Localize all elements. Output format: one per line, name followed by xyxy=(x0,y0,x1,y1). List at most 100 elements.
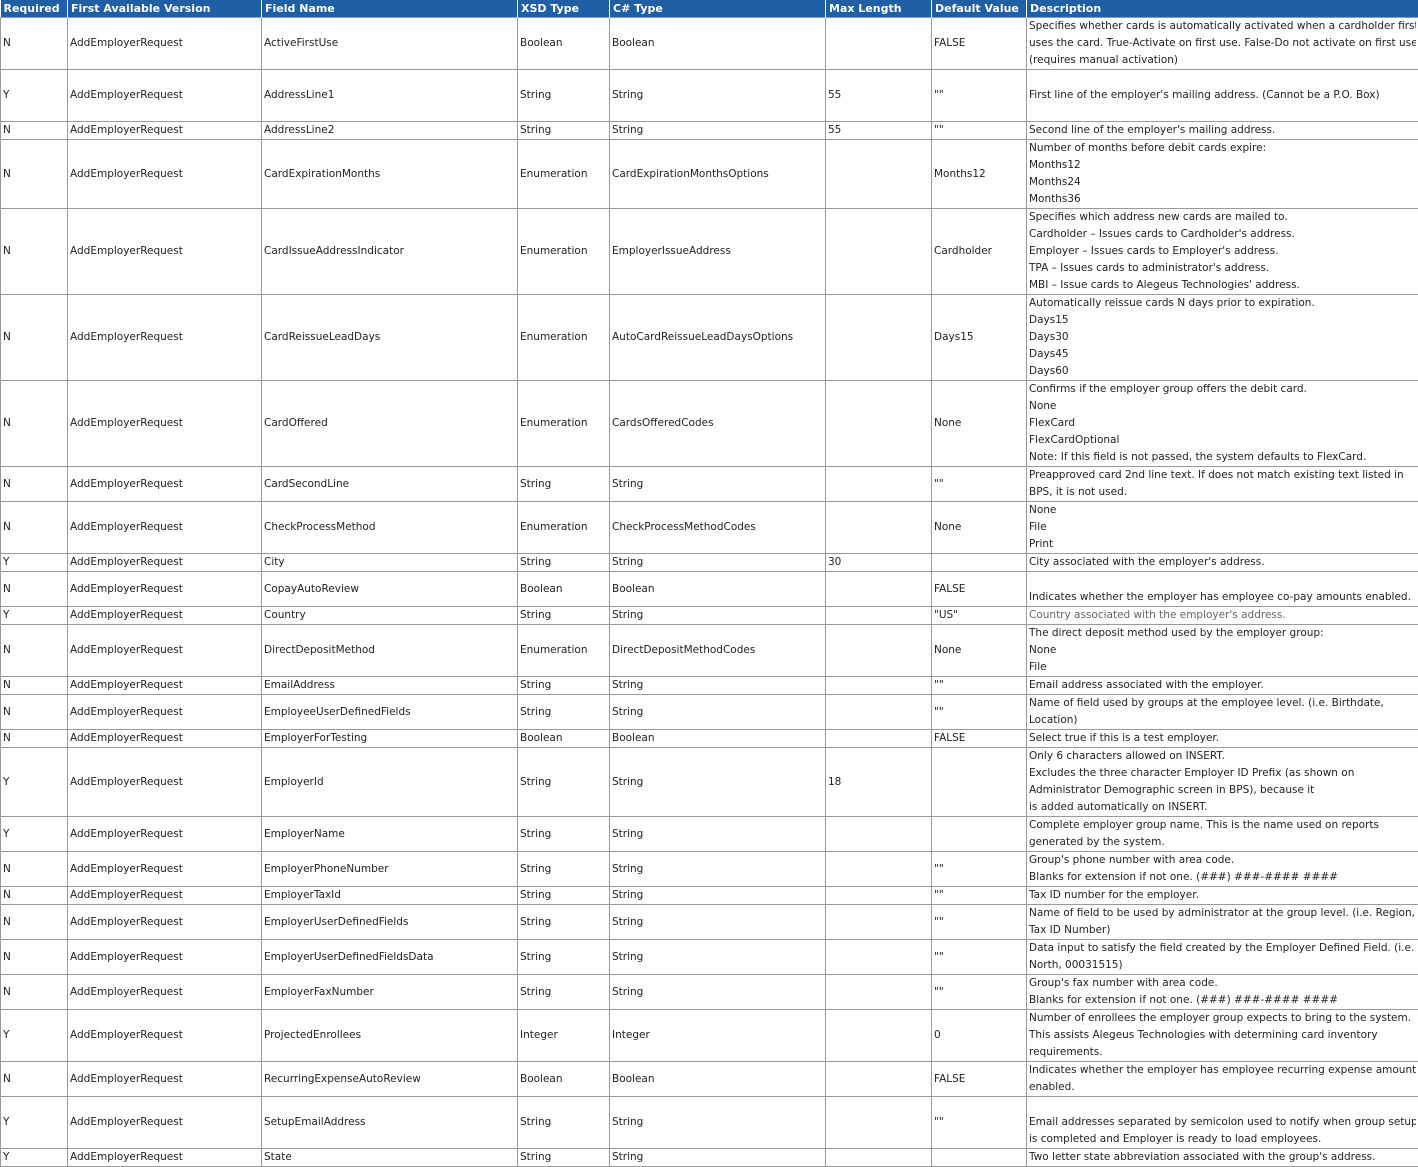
cell-max-length xyxy=(826,140,932,209)
cell-version: AddEmployerRequest xyxy=(68,1010,262,1062)
cell-default-value: "" xyxy=(932,70,1027,122)
description-line: Tax ID Number) xyxy=(1029,922,1416,939)
cell-version: AddEmployerRequest xyxy=(68,140,262,209)
cell-version: AddEmployerRequest xyxy=(68,730,262,748)
description-line: Administrator Demographic screen in BPS)… xyxy=(1029,782,1416,799)
description-line: Only 6 characters allowed on INSERT. xyxy=(1029,748,1416,765)
cell-version: AddEmployerRequest xyxy=(68,18,262,70)
description-line: is completed and Employer is ready to lo… xyxy=(1029,1131,1416,1148)
cell-required: N xyxy=(1,730,68,748)
cell-field-name: EmailAddress xyxy=(262,677,518,695)
cell-max-length: 18 xyxy=(826,748,932,817)
table-row: NAddEmployerRequestCardIssueAddressIndic… xyxy=(1,209,1418,295)
cell-description: Select true if this is a test employer. xyxy=(1027,730,1418,748)
cell-description: Email address associated with the employ… xyxy=(1027,677,1418,695)
cell-default-value xyxy=(932,1149,1027,1167)
cell-required: N xyxy=(1,852,68,887)
description-line: Email address associated with the employ… xyxy=(1029,677,1416,694)
description-line: Name of field to be used by administrato… xyxy=(1029,905,1416,922)
cell-cs-type: CardExpirationMonthsOptions xyxy=(610,140,826,209)
cell-xsd-type: String xyxy=(518,852,610,887)
table-row: YAddEmployerRequestProjectedEnrolleesInt… xyxy=(1,1010,1418,1062)
table-row: NAddEmployerRequestEmployerFaxNumberStri… xyxy=(1,975,1418,1010)
cell-xsd-type: Boolean xyxy=(518,1062,610,1097)
col-header-required: Required xyxy=(1,0,68,18)
description-line: Automatically reissue cards N days prior… xyxy=(1029,295,1416,312)
description-line: uses the card. True-Activate on first us… xyxy=(1029,35,1416,52)
cell-required: N xyxy=(1,572,68,607)
cell-xsd-type: Enumeration xyxy=(518,295,610,381)
description-line: Cardholder – Issues cards to Cardholder'… xyxy=(1029,226,1416,243)
cell-xsd-type: Boolean xyxy=(518,18,610,70)
table-row: NAddEmployerRequestAddressLine2StringStr… xyxy=(1,122,1418,140)
cell-xsd-type: Enumeration xyxy=(518,625,610,677)
cell-max-length xyxy=(826,625,932,677)
description-line: MBI – Issue cards to Alegeus Technologie… xyxy=(1029,277,1416,294)
cell-field-name: RecurringExpenseAutoReview xyxy=(262,1062,518,1097)
table-row: NAddEmployerRequestEmployerTaxIdStringSt… xyxy=(1,887,1418,905)
table-row: NAddEmployerRequestCardReissueLeadDaysEn… xyxy=(1,295,1418,381)
cell-field-name: CardExpirationMonths xyxy=(262,140,518,209)
cell-field-name: EmployerName xyxy=(262,817,518,852)
cell-required: Y xyxy=(1,1010,68,1062)
cell-xsd-type: Boolean xyxy=(518,572,610,607)
cell-default-value xyxy=(932,817,1027,852)
cell-version: AddEmployerRequest xyxy=(68,940,262,975)
cell-default-value: None xyxy=(932,381,1027,467)
cell-version: AddEmployerRequest xyxy=(68,209,262,295)
cell-default-value: "" xyxy=(932,975,1027,1010)
table-row: YAddEmployerRequestCountryStringString"U… xyxy=(1,607,1418,625)
cell-cs-type: AutoCardReissueLeadDaysOptions xyxy=(610,295,826,381)
table-row: NAddEmployerRequestCheckProcessMethodEnu… xyxy=(1,502,1418,554)
cell-version: AddEmployerRequest xyxy=(68,887,262,905)
cell-max-length xyxy=(826,817,932,852)
cell-description: Second line of the employer's mailing ad… xyxy=(1027,122,1418,140)
cell-description: Only 6 characters allowed on INSERT.Excl… xyxy=(1027,748,1418,817)
cell-field-name: City xyxy=(262,554,518,572)
description-line: Blanks for extension if not one. (###) #… xyxy=(1029,992,1416,1009)
cell-required: N xyxy=(1,1062,68,1097)
cell-field-name: Country xyxy=(262,607,518,625)
cell-default-value: Months12 xyxy=(932,140,1027,209)
cell-required: N xyxy=(1,695,68,730)
cell-xsd-type: Enumeration xyxy=(518,502,610,554)
cell-max-length xyxy=(826,975,932,1010)
cell-xsd-type: Enumeration xyxy=(518,381,610,467)
cell-default-value xyxy=(932,748,1027,817)
cell-cs-type: String xyxy=(610,554,826,572)
description-line: Months36 xyxy=(1029,191,1416,208)
cell-cs-type: Boolean xyxy=(610,18,826,70)
cell-default-value: FALSE xyxy=(932,730,1027,748)
cell-default-value: "US" xyxy=(932,607,1027,625)
cell-cs-type: EmployerIssueAddress xyxy=(610,209,826,295)
cell-default-value: None xyxy=(932,502,1027,554)
cell-description: NoneFilePrint xyxy=(1027,502,1418,554)
cell-xsd-type: String xyxy=(518,467,610,502)
cell-xsd-type: String xyxy=(518,1149,610,1167)
cell-version: AddEmployerRequest xyxy=(68,695,262,730)
cell-cs-type: String xyxy=(610,905,826,940)
cell-required: N xyxy=(1,140,68,209)
cell-xsd-type: String xyxy=(518,122,610,140)
cell-max-length xyxy=(826,381,932,467)
cell-field-name: CardIssueAddressIndicator xyxy=(262,209,518,295)
cell-field-name: State xyxy=(262,1149,518,1167)
field-spec-table: Required First Available Version Field N… xyxy=(0,0,1418,1167)
cell-cs-type: String xyxy=(610,677,826,695)
cell-default-value: "" xyxy=(932,940,1027,975)
description-line: First line of the employer's mailing add… xyxy=(1029,87,1416,104)
cell-version: AddEmployerRequest xyxy=(68,817,262,852)
description-line: Months24 xyxy=(1029,174,1416,191)
cell-required: Y xyxy=(1,1149,68,1167)
cell-xsd-type: String xyxy=(518,554,610,572)
description-line: North, 00031515) xyxy=(1029,957,1416,974)
cell-max-length xyxy=(826,887,932,905)
cell-required: Y xyxy=(1,748,68,817)
cell-field-name: AddressLine1 xyxy=(262,70,518,122)
col-header-version: First Available Version xyxy=(68,0,262,18)
description-line: requirements. xyxy=(1029,1044,1416,1061)
table-row: NAddEmployerRequestEmployerPhoneNumberSt… xyxy=(1,852,1418,887)
cell-required: N xyxy=(1,122,68,140)
cell-field-name: EmployerUserDefinedFieldsData xyxy=(262,940,518,975)
cell-required: Y xyxy=(1,554,68,572)
